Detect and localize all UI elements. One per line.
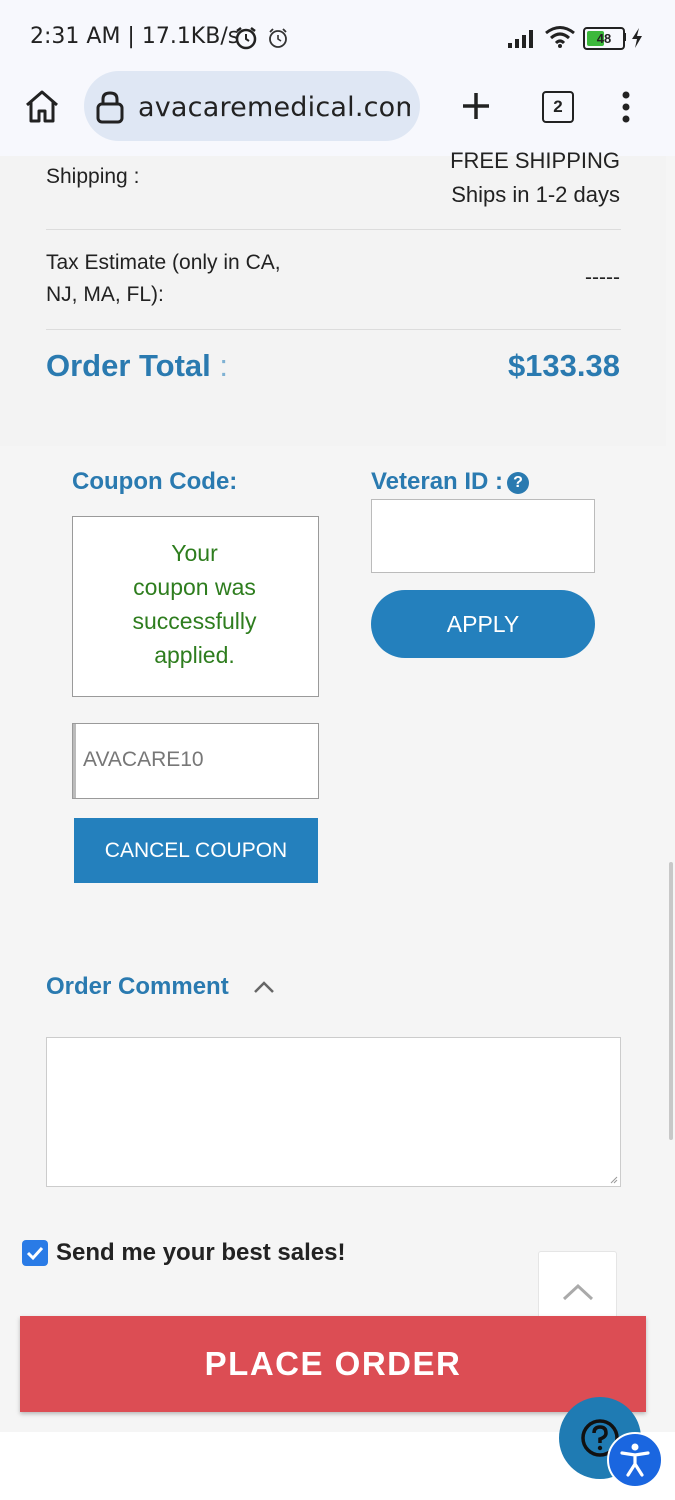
cancel-coupon-button[interactable]: CANCEL COUPON xyxy=(74,818,318,883)
home-icon[interactable] xyxy=(23,88,61,124)
veteran-id-label: Veteran ID : xyxy=(371,468,504,495)
status-time: 2:31 AM | 17.1KB/s xyxy=(30,24,240,49)
battery-tip xyxy=(623,33,626,41)
battery-icon: 48 xyxy=(583,27,625,50)
coupon-message-line: Your xyxy=(171,540,218,566)
more-menu-icon[interactable] xyxy=(618,90,634,124)
lock-icon xyxy=(96,91,124,124)
place-order-button[interactable]: PLACE ORDER xyxy=(20,1316,646,1412)
accessibility-icon xyxy=(620,1443,650,1477)
order-total-colon: : xyxy=(219,348,229,383)
coupon-code-value[interactable]: AVACARE10 xyxy=(83,748,204,772)
resize-handle-icon[interactable] xyxy=(610,1176,618,1184)
tax-label-line-2: NJ, MA, FL): xyxy=(46,283,164,306)
coupon-code-heading: Coupon Code: xyxy=(72,468,238,495)
coupon-message-line: applied. xyxy=(154,642,235,668)
alarm-clock-icon xyxy=(269,28,287,48)
coupon-message-line: successfully xyxy=(132,608,257,634)
order-total-value: $133.38 xyxy=(507,348,620,383)
new-tab-icon[interactable] xyxy=(460,90,492,122)
newsletter-checkbox[interactable] xyxy=(22,1240,48,1266)
url-text[interactable]: avacaremedical.com/c xyxy=(138,92,410,123)
signal-icon xyxy=(508,30,533,48)
apply-button[interactable]: APPLY xyxy=(371,590,595,658)
check-icon xyxy=(26,1246,44,1261)
page-scrollbar[interactable] xyxy=(669,862,673,1140)
veteran-id-input[interactable] xyxy=(371,499,595,573)
battery-level: 48 xyxy=(596,31,612,46)
accessibility-button[interactable] xyxy=(607,1432,663,1488)
chevron-up-icon[interactable] xyxy=(252,978,276,996)
shipping-free: FREE SHIPPING xyxy=(450,148,620,173)
alarm-icon xyxy=(235,27,257,50)
coupon-message-line: coupon was xyxy=(133,574,256,600)
order-total-label: Order Total : xyxy=(46,348,228,384)
tax-value: ----- xyxy=(585,266,620,289)
veteran-id-heading: Veteran ID :? xyxy=(371,468,530,496)
shipping-label: Shipping : xyxy=(46,165,140,188)
help-icon[interactable]: ? xyxy=(507,472,530,494)
tax-label-line-1: Tax Estimate (only in CA, xyxy=(46,251,281,274)
order-comment-heading[interactable]: Order Comment xyxy=(46,973,229,1001)
shipping-eta: Ships in 1-2 days xyxy=(451,182,620,207)
order-total-text: Order Total xyxy=(46,348,211,383)
divider xyxy=(46,329,621,330)
order-comment-textarea[interactable] xyxy=(46,1037,621,1187)
newsletter-label[interactable]: Send me your best sales! xyxy=(56,1239,345,1267)
chevron-up-icon xyxy=(562,1283,594,1301)
charging-icon xyxy=(632,28,642,48)
wifi-icon xyxy=(545,26,575,48)
coupon-success-message: Your coupon was successfully applied. xyxy=(72,536,362,672)
tab-switcher-button[interactable]: 2 xyxy=(542,91,574,123)
divider xyxy=(46,229,621,230)
